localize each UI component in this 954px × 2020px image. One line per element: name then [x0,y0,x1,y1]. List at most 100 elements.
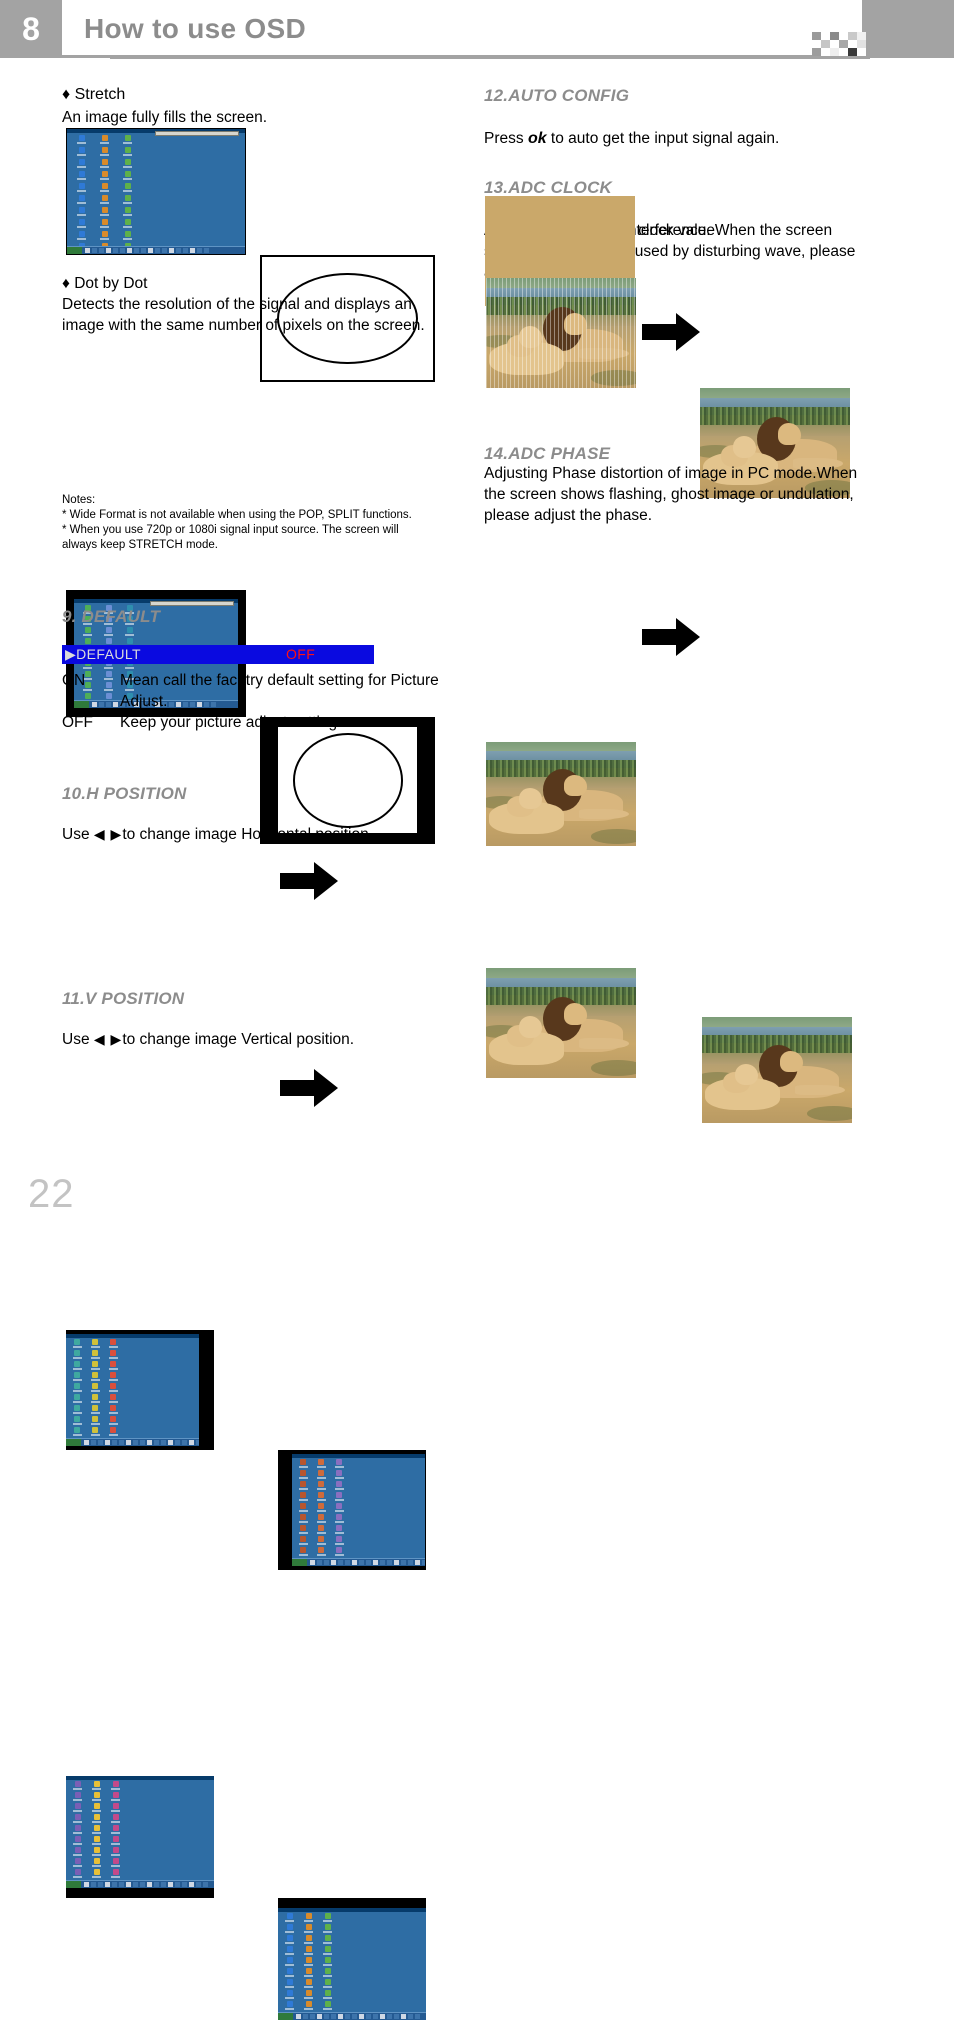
taskbar-button [119,1440,124,1445]
desktop-icon [299,1935,318,1946]
taskbar-button [366,2014,371,2019]
taskbar-button [401,2014,406,2019]
desktop-icon [86,1394,104,1405]
taskbar-button [168,1882,173,1887]
taskbar-button [373,1560,378,1565]
lion-male-head [564,775,587,797]
taskbar-button [204,248,209,253]
desktop-icon [116,183,139,195]
taskbar-button [182,1440,187,1445]
taskbar-button [415,1560,420,1565]
taskbar-button [162,248,167,253]
section-title-h-position: 10.H POSITION [62,784,187,803]
desktop-icon [312,1481,330,1492]
transition-arrow-icon [642,618,700,656]
desktop-icon [280,1990,299,2001]
desktop-icon [68,1781,87,1792]
taskbar-button [141,248,146,253]
section-title-adc-clock: 13.ADC CLOCK [484,178,613,197]
desktop-icon [104,1372,122,1383]
stretch-description: An image fully fills the screen. [62,109,268,126]
desktop-icon [116,231,139,243]
desktop-icon [330,1547,348,1558]
desktop-icon [106,1847,125,1858]
desktop-icon [87,1869,106,1880]
desktop-icon [312,1459,330,1470]
page-number: 22 [28,1172,75,1216]
desktop-toolstrip [150,601,234,606]
right-column: 12.AUTO CONFIG Press ok to auto get the … [484,0,884,1123]
taskbar-button [408,1560,413,1565]
desktop-icon [280,1979,299,1990]
desktop-icon [87,1825,106,1836]
desktop-icon [106,1814,125,1825]
taskbar-button [133,1440,138,1445]
v-position-instruction-prefix: Use [62,1031,94,1048]
desktop-icon [294,1514,312,1525]
desktop-icon [318,1913,337,1924]
desktop-icon [116,135,139,147]
taskbar-button [345,2014,350,2019]
desktop-icon [93,171,116,183]
desktop-icon [68,1803,87,1814]
desktop-icon [93,195,116,207]
desktop-icon [68,1836,87,1847]
desktop-icon [93,135,116,147]
taskbar-button [196,1440,199,1445]
taskbar-button [324,2014,329,2019]
desktop-icon [104,1427,122,1438]
taskbar-button [352,2014,357,2019]
desktop-icon [116,207,139,219]
taskbar-button [331,2014,336,2019]
desktop-icon [299,1913,318,1924]
figure-hpos-after [278,1450,426,1570]
desktop-taskbar [292,1558,425,1566]
figure-clock-interference [486,278,636,388]
desktop-taskbar [67,246,245,254]
desktop-icon [330,1459,348,1470]
desktop-icon [86,1361,104,1372]
desktop-icon-grid [294,1459,348,1566]
osd-default-label: ▶DEFAULT [65,646,141,663]
desktop-inner [66,1776,214,1888]
desktop-icon [318,1957,337,1968]
desktop-titlebar [292,1454,425,1458]
desktop-icon [312,1514,330,1525]
osd-default-bar[interactable]: ▶DEFAULT OFF [62,645,374,664]
figure-phase-ghost-top [486,742,636,846]
taskbar-button [203,1882,208,1887]
desktop-icon [294,1503,312,1514]
v-position-instruction-suffix: to change image Vertical position. [122,1031,355,1048]
lion-female-head [735,1063,758,1085]
taskbar-button [380,1560,385,1565]
desktop-taskbar [278,2012,426,2020]
desktop-icon [280,2001,299,2012]
taskbar-button [175,1440,180,1445]
taskbar-button [99,248,104,253]
taskbar-button [92,248,97,253]
desktop-icon [70,159,93,171]
taskbar-button [169,248,174,253]
osd-cursor-icon: ▶ [65,646,77,662]
desktop-icon [68,1814,87,1825]
desktop-icon [104,1361,122,1372]
notes-items: * Wide Format is not available when usin… [62,509,412,551]
desktop-icon [104,1416,122,1427]
section-title-adc-phase: 14.ADC PHASE [484,444,611,463]
taskbar-button [140,1440,145,1445]
taskbar-button [408,2014,413,2019]
figure-vpos-before [66,1776,214,1898]
desktop-icon [86,1405,104,1416]
taskbar-button [394,2014,399,2019]
desktop-icon [68,1394,86,1405]
desktop-icon [299,1957,318,1968]
desktop-icon [106,1869,125,1880]
desktop-icon [93,183,116,195]
desktop-icon [104,1339,122,1350]
desktop-icon [70,195,93,207]
desktop-icon-grid [68,1781,125,1888]
desktop-icon [318,1968,337,1979]
taskbar-button [98,1440,103,1445]
lion-male-head [564,313,587,336]
desktop-icon [280,1946,299,1957]
